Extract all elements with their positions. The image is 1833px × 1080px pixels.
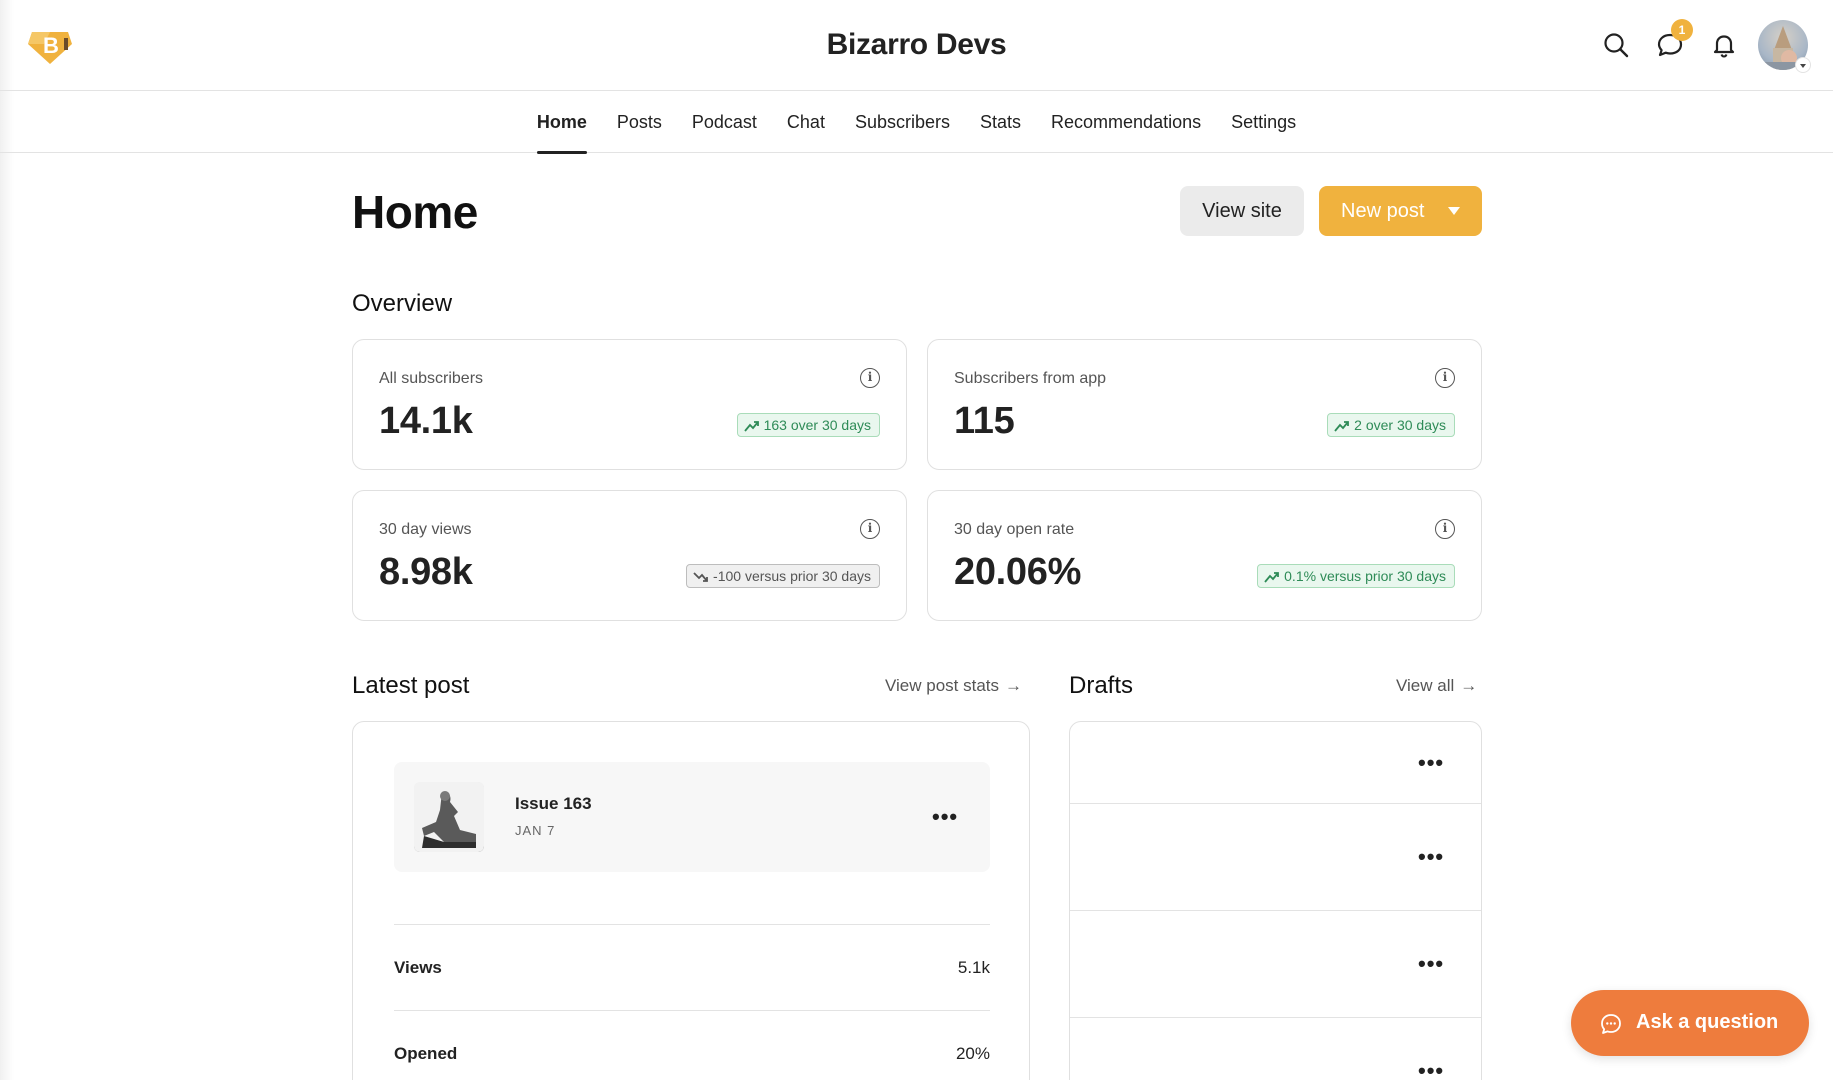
ask-question-button[interactable]: Ask a question [1571, 990, 1809, 1056]
stat-label: 30 day open rate [954, 521, 1075, 538]
nav-item-home[interactable]: Home [522, 91, 602, 154]
metric-row-opened: Opened 20% [394, 1010, 990, 1080]
view-site-button[interactable]: View site [1180, 186, 1304, 236]
trend-up-icon [1334, 421, 1350, 432]
metric-value: 5.1k [957, 958, 990, 977]
stat-card-subscribers-from-app: Subscribers from app 115 i 2 over 30 day… [927, 339, 1482, 470]
more-options-icon[interactable]: ••• [1418, 846, 1444, 868]
stat-label: 30 day views [379, 521, 472, 538]
trend-text: 163 over 30 days [763, 417, 871, 433]
new-post-label: New post [1341, 200, 1425, 222]
more-options-icon[interactable]: ••• [1418, 953, 1444, 975]
metric-label: Opened [394, 1044, 458, 1063]
draft-item[interactable]: ••• [1070, 804, 1481, 911]
top-bar: B Bizarro Devs 1 [0, 0, 1833, 91]
post-date: JAN 7 [515, 823, 556, 838]
trend-down-icon [693, 572, 708, 582]
trend-up-icon [1264, 572, 1280, 583]
stat-value: 20.06% [954, 551, 1082, 593]
latest-post-item[interactable]: Issue 163 JAN 7 ••• [394, 762, 990, 872]
trend-badge: -100 versus prior 30 days [686, 564, 880, 588]
view-post-stats-label: View post stats [885, 676, 1000, 695]
nav-item-recommendations[interactable]: Recommendations [1036, 91, 1216, 153]
new-post-button[interactable]: New post [1319, 186, 1482, 236]
site-title: Bizarro Devs [826, 28, 1007, 61]
info-icon[interactable]: i [1435, 368, 1455, 388]
account-menu-caret-icon[interactable] [1795, 57, 1811, 73]
arrow-right-icon: → [1005, 676, 1023, 695]
info-icon[interactable]: i [860, 368, 880, 388]
stat-value: 14.1k [379, 400, 473, 442]
nav-item-chat[interactable]: Chat [772, 91, 840, 153]
trend-badge: 0.1% versus prior 30 days [1257, 564, 1455, 588]
stat-card-30-day-views: 30 day views 8.98k i -100 versus prior 3… [352, 490, 907, 621]
more-options-icon[interactable]: ••• [1418, 752, 1444, 774]
info-icon[interactable]: i [860, 519, 880, 539]
trend-text: 0.1% versus prior 30 days [1284, 568, 1446, 584]
stat-label: All subscribers [379, 370, 484, 387]
chat-bubble-icon [1601, 1014, 1621, 1034]
arrow-right-icon: → [1460, 676, 1478, 695]
nav-item-subscribers[interactable]: Subscribers [840, 91, 965, 153]
draft-item[interactable]: ••• [1070, 1018, 1481, 1080]
stat-value: 8.98k [379, 551, 473, 593]
more-options-icon[interactable]: ••• [1418, 1060, 1444, 1080]
nav-item-settings[interactable]: Settings [1216, 91, 1311, 153]
draft-item[interactable]: ••• [1070, 722, 1481, 804]
metric-label: Views [394, 958, 442, 977]
main-nav: Home Posts Podcast Chat Subscribers Stat… [0, 91, 1833, 154]
post-thumbnail [414, 782, 484, 852]
page-title: Home [352, 186, 478, 238]
bell-icon[interactable] [1710, 31, 1738, 59]
overview-title: Overview [352, 290, 453, 317]
stat-label: Subscribers from app [954, 370, 1107, 387]
view-all-label: View all [1396, 676, 1455, 695]
caret-down-icon[interactable] [1448, 207, 1460, 215]
trend-badge: 2 over 30 days [1327, 413, 1455, 437]
nav-item-stats[interactable]: Stats [965, 91, 1036, 153]
info-icon[interactable]: i [1435, 519, 1455, 539]
post-thumbnail-image-icon [414, 782, 484, 852]
drafts-panel: ••• ••• ••• ••• [1069, 721, 1482, 1080]
drafts-title: Drafts [1069, 672, 1134, 699]
trend-up-icon [743, 421, 759, 432]
messages-badge: 1 [1671, 19, 1693, 41]
draft-item[interactable]: ••• [1070, 911, 1481, 1018]
stat-value: 115 [954, 400, 1015, 442]
post-title: Issue 163 [515, 794, 592, 813]
stat-card-30-day-open-rate: 30 day open rate 20.06% i 0.1% versus pr… [927, 490, 1482, 621]
view-all-drafts-link[interactable]: View all → [1396, 676, 1477, 696]
latest-post-title: Latest post [352, 672, 470, 699]
nav-item-posts[interactable]: Posts [602, 91, 677, 153]
metric-value: 20% [955, 1044, 990, 1063]
view-post-stats-link[interactable]: View post stats → [885, 676, 1022, 696]
metric-row-views: Views 5.1k [394, 924, 990, 1010]
latest-post-panel: Issue 163 JAN 7 ••• Views 5.1k Opened 20… [352, 721, 1030, 1080]
nav-item-podcast[interactable]: Podcast [677, 91, 772, 153]
window-edge-shadow [0, 0, 14, 1080]
trend-text: 2 over 30 days [1354, 417, 1446, 433]
stat-card-all-subscribers: All subscribers 14.1k i 163 over 30 days [352, 339, 907, 470]
ask-question-label: Ask a question [1636, 1011, 1779, 1033]
trend-badge: 163 over 30 days [736, 413, 880, 437]
search-icon[interactable] [1602, 31, 1630, 59]
more-options-icon[interactable]: ••• [932, 806, 958, 828]
trend-text: -100 versus prior 30 days [713, 568, 871, 584]
